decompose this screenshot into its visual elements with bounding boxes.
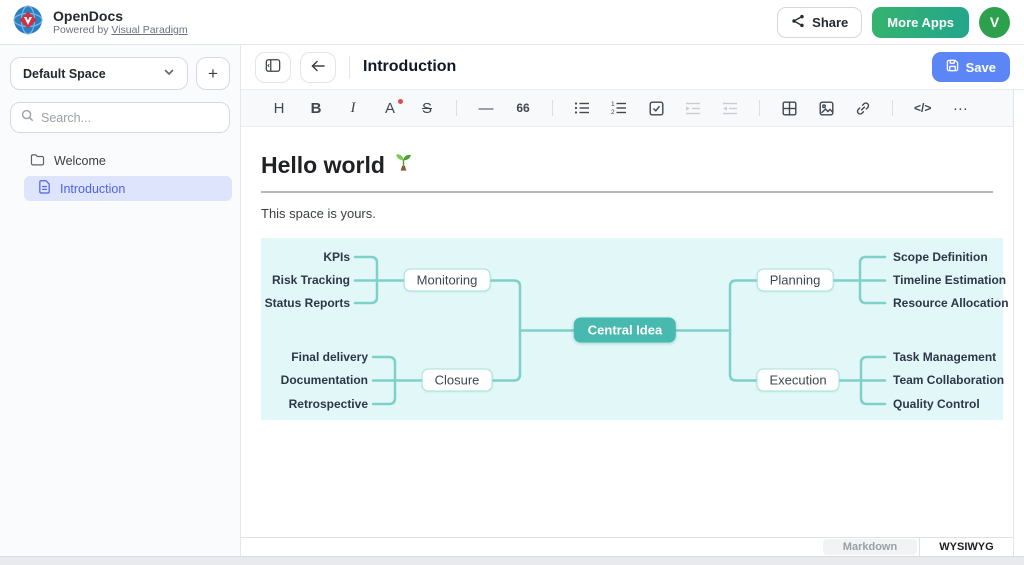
italic-button[interactable]: I xyxy=(345,101,361,116)
folder-icon xyxy=(30,153,45,169)
blockquote-button[interactable]: 66 xyxy=(515,102,531,114)
document-editor[interactable]: Hello world This space is yours. xyxy=(241,127,1013,537)
tab-markdown[interactable]: Markdown xyxy=(823,539,917,555)
mindmap-leaf: Scope Definition xyxy=(893,250,988,264)
save-button[interactable]: Save xyxy=(932,52,1010,82)
toolbar-separator xyxy=(552,100,553,116)
tree-item-welcome[interactable]: Welcome xyxy=(0,149,240,173)
mindmap-node-planning: Planning xyxy=(757,269,834,292)
tree-item-label: Welcome xyxy=(54,154,106,168)
mindmap-node-closure: Closure xyxy=(422,369,493,392)
brand: OpenDocs Powered by Visual Paradigm xyxy=(12,4,188,41)
search-icon xyxy=(21,109,34,127)
powered-by: Powered by Visual Paradigm xyxy=(53,24,188,36)
mindmap-leaf: Resource Allocation xyxy=(893,296,1009,310)
document-paragraph: This space is yours. xyxy=(261,206,993,221)
toolbar-separator xyxy=(456,100,457,116)
share-icon xyxy=(791,14,805,31)
tree-item-label: Introduction xyxy=(60,182,125,196)
bold-button[interactable]: B xyxy=(308,101,324,116)
mindmap-leaf: Status Reports xyxy=(265,296,350,310)
image-button[interactable] xyxy=(818,101,834,116)
page-bottom-strip xyxy=(0,556,1024,565)
share-label: Share xyxy=(812,15,848,30)
visual-paradigm-link[interactable]: Visual Paradigm xyxy=(111,24,187,36)
app-name: OpenDocs xyxy=(53,8,188,24)
mindmap-leaf: Final delivery xyxy=(291,350,368,364)
mindmap-leaf: Timeline Estimation xyxy=(893,273,1006,287)
svg-text:2: 2 xyxy=(611,109,615,115)
code-button[interactable]: </> xyxy=(914,102,931,114)
app-window: OpenDocs Powered by Visual Paradigm Shar… xyxy=(0,0,1024,565)
divider xyxy=(349,56,350,78)
heading-rule xyxy=(261,191,993,193)
search-input[interactable] xyxy=(41,111,219,125)
tab-wysiwyg[interactable]: WYSIWYG xyxy=(919,538,1013,556)
arrow-left-icon xyxy=(310,59,326,76)
mindmap-leaf: Risk Tracking xyxy=(272,273,350,287)
top-header: OpenDocs Powered by Visual Paradigm Shar… xyxy=(0,0,1024,45)
header-actions: Share More Apps V xyxy=(777,7,1010,38)
editor-mode-bar: Markdown WYSIWYG xyxy=(241,537,1013,556)
mindmap-leaf: Task Management xyxy=(893,350,996,364)
mindmap-node-monitoring: Monitoring xyxy=(404,269,491,292)
add-space-button[interactable]: + xyxy=(196,57,230,90)
outdent-button[interactable] xyxy=(722,102,738,115)
brand-text: OpenDocs Powered by Visual Paradigm xyxy=(53,8,188,36)
mindmap-leaf: Team Collaboration xyxy=(893,373,1004,387)
space-selector[interactable]: Default Space xyxy=(10,57,188,90)
editor-wrap: H B I A S — 66 12 xyxy=(241,90,1014,556)
space-selector-label: Default Space xyxy=(23,67,106,81)
tree-item-introduction[interactable]: Introduction xyxy=(24,176,232,201)
mindmap-leaf: Documentation xyxy=(281,373,368,387)
mindmap-leaf: Quality Control xyxy=(893,397,980,411)
mindmap-leaf: KPIs xyxy=(323,250,350,264)
bullet-list-button[interactable] xyxy=(574,101,590,115)
sidebar: Default Space + Welcome xyxy=(0,45,241,556)
mindmap-leaf: Retrospective xyxy=(289,397,368,411)
heading-text: Hello world xyxy=(261,152,385,179)
mindmap-central-node: Central Idea xyxy=(574,318,676,343)
body-row: Default Space + Welcome xyxy=(0,45,1024,556)
space-row: Default Space + xyxy=(0,57,240,90)
link-button[interactable] xyxy=(855,101,871,116)
mindmap-diagram: Central Idea Monitoring Closure Planning… xyxy=(261,238,1003,420)
text-color-button[interactable]: A xyxy=(382,101,398,116)
indent-button[interactable] xyxy=(685,102,701,115)
table-button[interactable] xyxy=(781,101,797,116)
more-options-button[interactable]: ··· xyxy=(952,101,968,116)
svg-text:1: 1 xyxy=(611,101,615,108)
save-label: Save xyxy=(966,60,996,75)
numbered-list-button[interactable]: 12 xyxy=(611,101,627,115)
horizontal-rule-button[interactable]: — xyxy=(478,101,494,116)
chevron-down-icon xyxy=(163,66,175,81)
sidebar-toggle-icon xyxy=(265,58,281,76)
toolbar-separator xyxy=(892,100,893,116)
doc-header: Introduction Save xyxy=(241,45,1024,90)
document-heading: Hello world xyxy=(261,151,993,179)
share-button[interactable]: Share xyxy=(777,7,862,38)
task-list-button[interactable] xyxy=(648,101,664,116)
seedling-emoji xyxy=(393,151,414,179)
user-avatar[interactable]: V xyxy=(979,7,1010,38)
visual-paradigm-logo-icon xyxy=(12,4,44,41)
toggle-sidebar-button[interactable] xyxy=(255,52,291,83)
color-dot xyxy=(398,99,403,104)
strikethrough-button[interactable]: S xyxy=(419,101,435,116)
mindmap-node-execution: Execution xyxy=(756,369,839,392)
document-icon xyxy=(38,180,51,197)
main-panel: Introduction Save H B I A S xyxy=(241,45,1024,556)
heading-button[interactable]: H xyxy=(271,101,287,116)
formatting-toolbar: H B I A S — 66 12 xyxy=(241,90,1013,127)
toolbar-separator xyxy=(759,100,760,116)
search-box[interactable] xyxy=(10,102,230,133)
more-apps-button[interactable]: More Apps xyxy=(872,7,969,38)
back-button[interactable] xyxy=(300,52,336,83)
page-tree: Welcome Introduction xyxy=(0,149,240,201)
save-icon xyxy=(946,59,959,75)
page-title: Introduction xyxy=(363,58,456,76)
